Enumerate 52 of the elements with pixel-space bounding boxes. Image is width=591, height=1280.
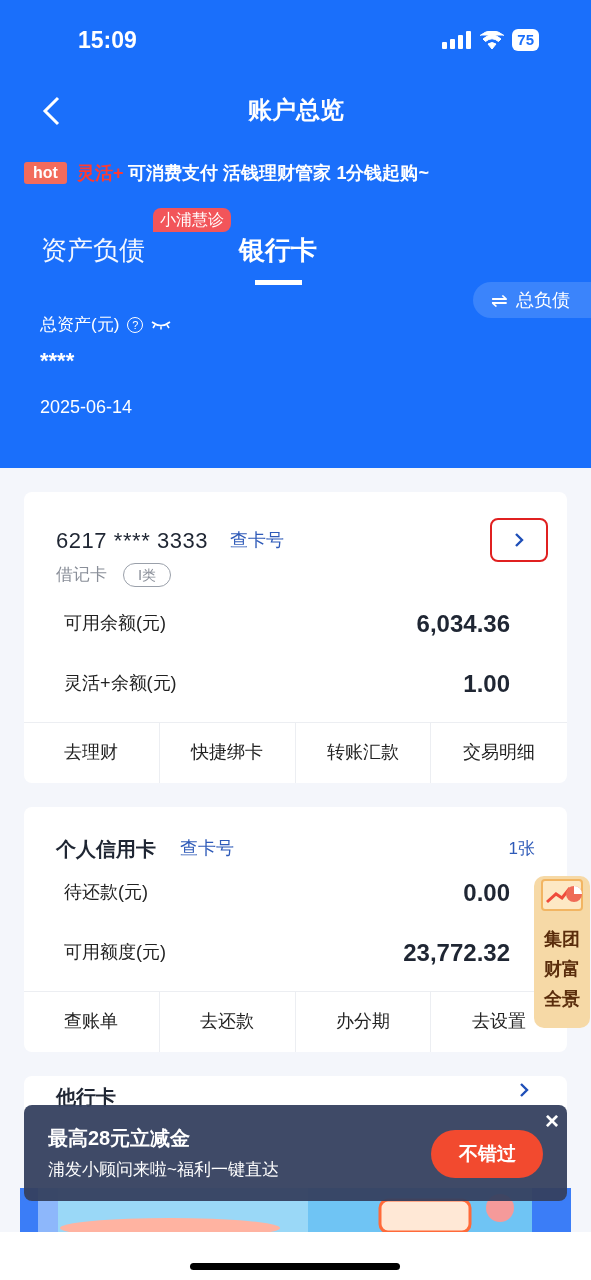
action-button[interactable]: 去还款 [200, 1008, 255, 1035]
view-card-number-link[interactable]: 查卡号 [230, 526, 285, 554]
widget-label: 集团 [544, 928, 580, 951]
eye-closed-icon[interactable] [151, 319, 172, 330]
total-assets-label: 总资产(元) [40, 314, 120, 336]
row-label: 可用余额(元) [64, 612, 166, 635]
amount-value: 6,034.36 [416, 608, 510, 639]
amount-value: 0.00 [463, 877, 510, 908]
tab[interactable]: 资产负债 [41, 230, 145, 270]
card-type: 借记卡 [56, 564, 107, 586]
group-wealth-widget[interactable]: 集团 财富 全景 [534, 876, 590, 1028]
status-time: 15:09 [78, 25, 137, 55]
page-title: 账户总览 [247, 95, 344, 125]
date-text: 2025-06-14 [39, 395, 134, 419]
chevron-right-icon[interactable] [519, 1081, 529, 1098]
wifi-icon [480, 31, 505, 49]
hot-badge: hot [24, 162, 67, 184]
tab-indicator [254, 280, 302, 285]
chevron-right-icon[interactable] [514, 532, 524, 548]
swap-icon: ⇌ [491, 285, 508, 315]
popup-title: 最高28元立减金 [48, 1126, 192, 1151]
close-button[interactable]: × [545, 1107, 559, 1135]
promo-toast[interactable]: 最高28元立减金 浦发小顾问来啦~福利一键直达 不错过 × [24, 1105, 567, 1201]
back-icon[interactable] [42, 96, 60, 126]
widget-label: 全景 [544, 988, 580, 1011]
action-button[interactable]: 交易明细 [463, 739, 536, 766]
detail-button[interactable] [490, 518, 548, 562]
signal-icon [442, 31, 473, 49]
claim-button[interactable]: 不错过 [431, 1130, 543, 1178]
action-button[interactable]: 快捷绑卡 [191, 739, 264, 766]
promo-text[interactable]: 灵活+ 可消费支付 活钱理财管家 1分钱起购~ [76, 159, 429, 187]
total-assets-value: **** [39, 347, 76, 374]
action-button[interactable]: 查账单 [64, 1008, 119, 1035]
tab[interactable]: 银行卡 [239, 230, 317, 270]
action-button[interactable]: 转账汇款 [326, 739, 399, 766]
amount-value: 23,772.32 [403, 937, 510, 968]
action-button[interactable]: 去设置 [472, 1008, 527, 1035]
card-title: 个人信用卡 [56, 836, 156, 862]
battery-icon: 75 [512, 29, 539, 51]
amount-value: 1.00 [463, 668, 510, 699]
row-label: 灵活+余额(元) [64, 672, 177, 695]
widget-label: 财富 [544, 958, 580, 981]
card-count[interactable]: 1张 [508, 835, 535, 862]
tab-badge: 小浦慧诊 [153, 208, 231, 232]
card-number: 6217 **** 3333 [56, 526, 209, 555]
action-button[interactable]: 去理财 [64, 739, 119, 766]
row-label: 可用额度(元) [64, 941, 166, 964]
total-liabilities-button[interactable]: ⇌ 总负债 [473, 282, 591, 318]
view-card-number-link[interactable]: 查卡号 [180, 835, 234, 862]
popup-subtitle: 浦发小顾问来啦~福利一键直达 [48, 1159, 279, 1181]
row-label: 待还款(元) [64, 881, 148, 904]
action-button[interactable]: 办分期 [335, 1008, 390, 1035]
